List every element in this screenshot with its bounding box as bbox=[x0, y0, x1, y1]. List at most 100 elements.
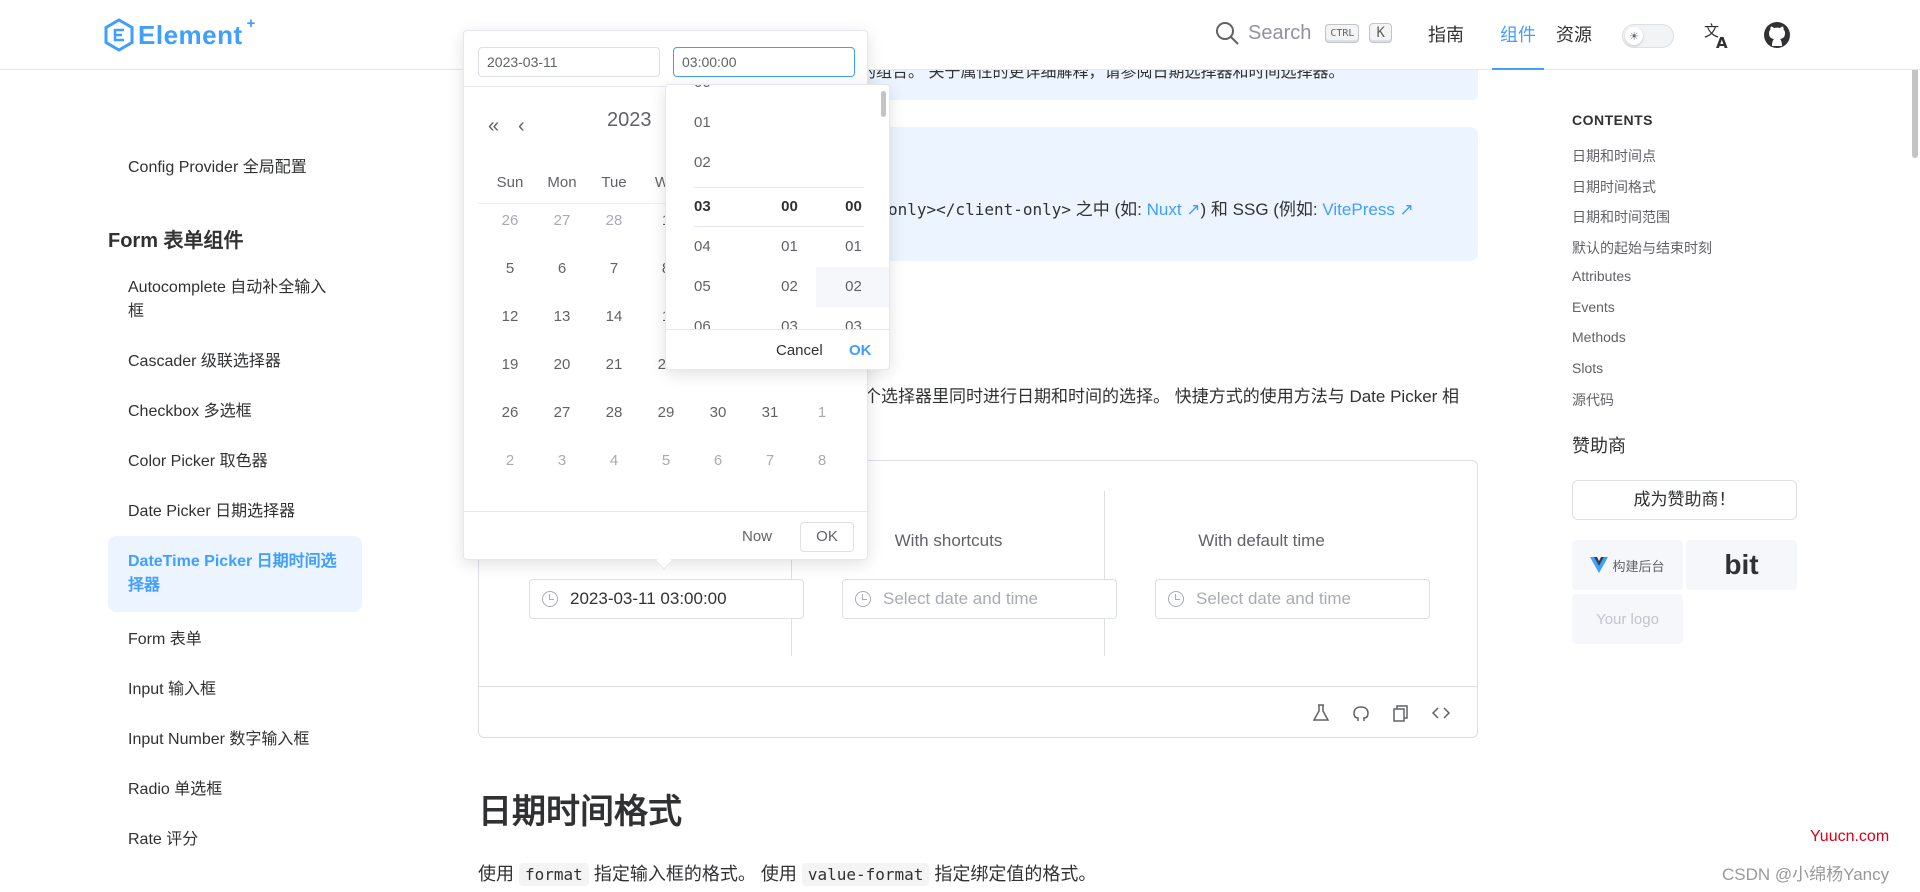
external-link-icon: ↗ bbox=[1181, 200, 1201, 219]
nuxt-link[interactable]: Nuxt bbox=[1147, 200, 1182, 219]
sidebar-item-checkbox[interactable]: Checkbox 多选框 bbox=[108, 400, 362, 424]
flask-icon[interactable] bbox=[1311, 703, 1331, 723]
time-cell[interactable]: 01 bbox=[816, 227, 889, 267]
sidebar-item-rate[interactable]: Rate 评分 bbox=[108, 828, 362, 852]
calendar-day[interactable]: 5 bbox=[484, 260, 536, 277]
toc-item[interactable]: 日期时间格式 bbox=[1572, 177, 1656, 197]
sponsor-your-logo[interactable]: Your logo bbox=[1572, 594, 1683, 644]
become-sponsor-button[interactable]: 成为赞助商！ bbox=[1572, 480, 1797, 520]
calendar-day[interactable]: 1 bbox=[796, 404, 848, 421]
datetime-input-shortcuts[interactable]: Select date and time bbox=[842, 579, 1117, 619]
watermark-site: Yuucn.com bbox=[1810, 828, 1890, 845]
github-icon[interactable] bbox=[1351, 703, 1371, 723]
logo-text: Element bbox=[138, 19, 243, 50]
sidebar-item-color-picker[interactable]: Color Picker 取色器 bbox=[108, 450, 362, 474]
sidebar-item-cascader[interactable]: Cascader 级联选择器 bbox=[108, 350, 362, 374]
calendar-day[interactable]: 8 bbox=[796, 452, 848, 469]
prev-year-icon[interactable]: « bbox=[488, 115, 499, 138]
sun-icon: ☀ bbox=[1625, 27, 1643, 45]
calendar-day[interactable]: 31 bbox=[744, 404, 796, 421]
calendar-day[interactable]: 12 bbox=[484, 308, 536, 325]
toc-item[interactable]: Attributes bbox=[1572, 268, 1631, 284]
time-cancel-button[interactable]: Cancel bbox=[776, 342, 823, 359]
calendar-day[interactable]: 6 bbox=[692, 452, 744, 469]
calendar-day[interactable]: 20 bbox=[536, 356, 588, 373]
vue-logo-icon bbox=[1590, 557, 1609, 573]
top-header: Element + Search CTRL K 指南 组件 资源 ☀ 文 A bbox=[0, 0, 1920, 70]
datetime-input-default[interactable]: 2023-03-11 03:00:00 bbox=[529, 579, 804, 619]
sidebar-item-date-picker[interactable]: Date Picker 日期选择器 bbox=[108, 500, 362, 524]
sponsor-vue-admin[interactable]: 构建后台 bbox=[1572, 540, 1683, 590]
calendar-day[interactable]: 21 bbox=[588, 356, 640, 373]
weekday-label: Sun bbox=[496, 174, 524, 191]
search-button[interactable]: Search CTRL K bbox=[1214, 20, 1392, 46]
watermark-csdn: CSDN @小绵杨Yancy bbox=[1722, 865, 1890, 884]
picker-date-input[interactable]: 2023-03-11 bbox=[478, 47, 660, 77]
toc-item[interactable]: 源代码 bbox=[1572, 390, 1614, 410]
calendar-day[interactable]: 13 bbox=[536, 308, 588, 325]
sidebar-item-config-provider[interactable]: Config Provider 全局配置 bbox=[108, 156, 362, 180]
calendar-day[interactable]: 27 bbox=[536, 404, 588, 421]
sponsor-vue-label: 构建后台 bbox=[1612, 558, 1665, 574]
sidebar-item-radio[interactable]: Radio 单选框 bbox=[108, 778, 362, 802]
calendar-day[interactable]: 2 bbox=[484, 452, 536, 469]
vitepress-link[interactable]: VitePress bbox=[1322, 200, 1394, 219]
theme-toggle[interactable]: ☀ bbox=[1622, 24, 1674, 48]
section-heading-format: 日期时间格式 bbox=[478, 793, 682, 831]
time-scrollbar[interactable] bbox=[881, 91, 886, 117]
para-text-3: 指定绑定值的格式。 bbox=[929, 864, 1097, 884]
calendar-day[interactable]: 26 bbox=[484, 212, 536, 229]
calendar-day[interactable]: 30 bbox=[692, 404, 744, 421]
calendar-day[interactable]: 26 bbox=[484, 404, 536, 421]
calendar-day[interactable]: 6 bbox=[536, 260, 588, 277]
copy-icon[interactable] bbox=[1391, 703, 1411, 723]
nav-resources[interactable]: 资源 bbox=[1556, 0, 1592, 70]
nav-components[interactable]: 组件 bbox=[1492, 0, 1544, 70]
tip2-code: only></client-only> bbox=[888, 200, 1072, 219]
toc-item[interactable]: 默认的起始与结束时刻 bbox=[1572, 238, 1712, 258]
sidebar-item-autocomplete[interactable]: Autocomplete 自动补全输入框 bbox=[108, 276, 362, 324]
toc-item[interactable]: Events bbox=[1572, 299, 1615, 315]
nav-guide[interactable]: 指南 bbox=[1428, 0, 1464, 70]
sidebar-item-form[interactable]: Form 表单 bbox=[108, 628, 362, 652]
seconds-column[interactable]: 00 01 02 03 bbox=[816, 85, 889, 329]
sidebar-group-form: Form 表单组件 bbox=[108, 230, 244, 252]
calendar-day[interactable]: 7 bbox=[588, 260, 640, 277]
picker-year[interactable]: 2023 bbox=[607, 109, 652, 132]
datetime-input-default-time[interactable]: Select date and time bbox=[1155, 579, 1430, 619]
calendar-day[interactable]: 5 bbox=[640, 452, 692, 469]
picker-time-input[interactable]: 03:00:00 bbox=[673, 47, 855, 77]
prev-month-icon[interactable]: ‹ bbox=[518, 115, 525, 138]
code-icon[interactable] bbox=[1431, 703, 1451, 723]
github-icon[interactable] bbox=[1762, 20, 1792, 50]
time-cell[interactable]: 00 bbox=[816, 187, 889, 227]
picker-now-button[interactable]: Now bbox=[742, 528, 772, 545]
sidebar-item-input-number[interactable]: Input Number 数字输入框 bbox=[108, 728, 362, 752]
calendar-day[interactable]: 28 bbox=[588, 404, 640, 421]
calendar-day[interactable]: 27 bbox=[536, 212, 588, 229]
calendar-day[interactable]: 28 bbox=[588, 212, 640, 229]
code-format: format bbox=[519, 863, 589, 886]
toc-item[interactable]: 日期和时间点 bbox=[1572, 146, 1656, 166]
para-text-1: 使用 bbox=[478, 864, 520, 884]
time-cell[interactable]: 02 bbox=[816, 267, 889, 307]
calendar-day[interactable]: 7 bbox=[744, 452, 796, 469]
toc-item[interactable]: Methods bbox=[1572, 329, 1626, 345]
time-ok-button[interactable]: OK bbox=[849, 342, 872, 359]
calendar-day[interactable]: 3 bbox=[536, 452, 588, 469]
sidebar-item-input[interactable]: Input 输入框 bbox=[108, 678, 362, 702]
sidebar-item-datetime-picker[interactable]: DateTime Picker 日期时间选择器 bbox=[108, 536, 362, 612]
clock-icon bbox=[542, 591, 558, 607]
calendar-day[interactable]: 19 bbox=[484, 356, 536, 373]
element-logo[interactable]: Element + bbox=[104, 15, 255, 54]
calendar-day[interactable]: 4 bbox=[588, 452, 640, 469]
calendar-day[interactable]: 29 bbox=[640, 404, 692, 421]
toc-item[interactable]: Slots bbox=[1572, 360, 1603, 376]
toc-item[interactable]: 日期和时间范围 bbox=[1572, 207, 1670, 227]
time-cell[interactable]: 03 bbox=[816, 307, 889, 329]
sponsor-bit[interactable]: bit bbox=[1686, 540, 1797, 590]
picker-ok-button[interactable]: OK bbox=[800, 522, 854, 552]
code-value-format: value-format bbox=[801, 863, 930, 886]
calendar-day[interactable]: 14 bbox=[588, 308, 640, 325]
translate-icon[interactable]: 文 A bbox=[1703, 20, 1733, 50]
